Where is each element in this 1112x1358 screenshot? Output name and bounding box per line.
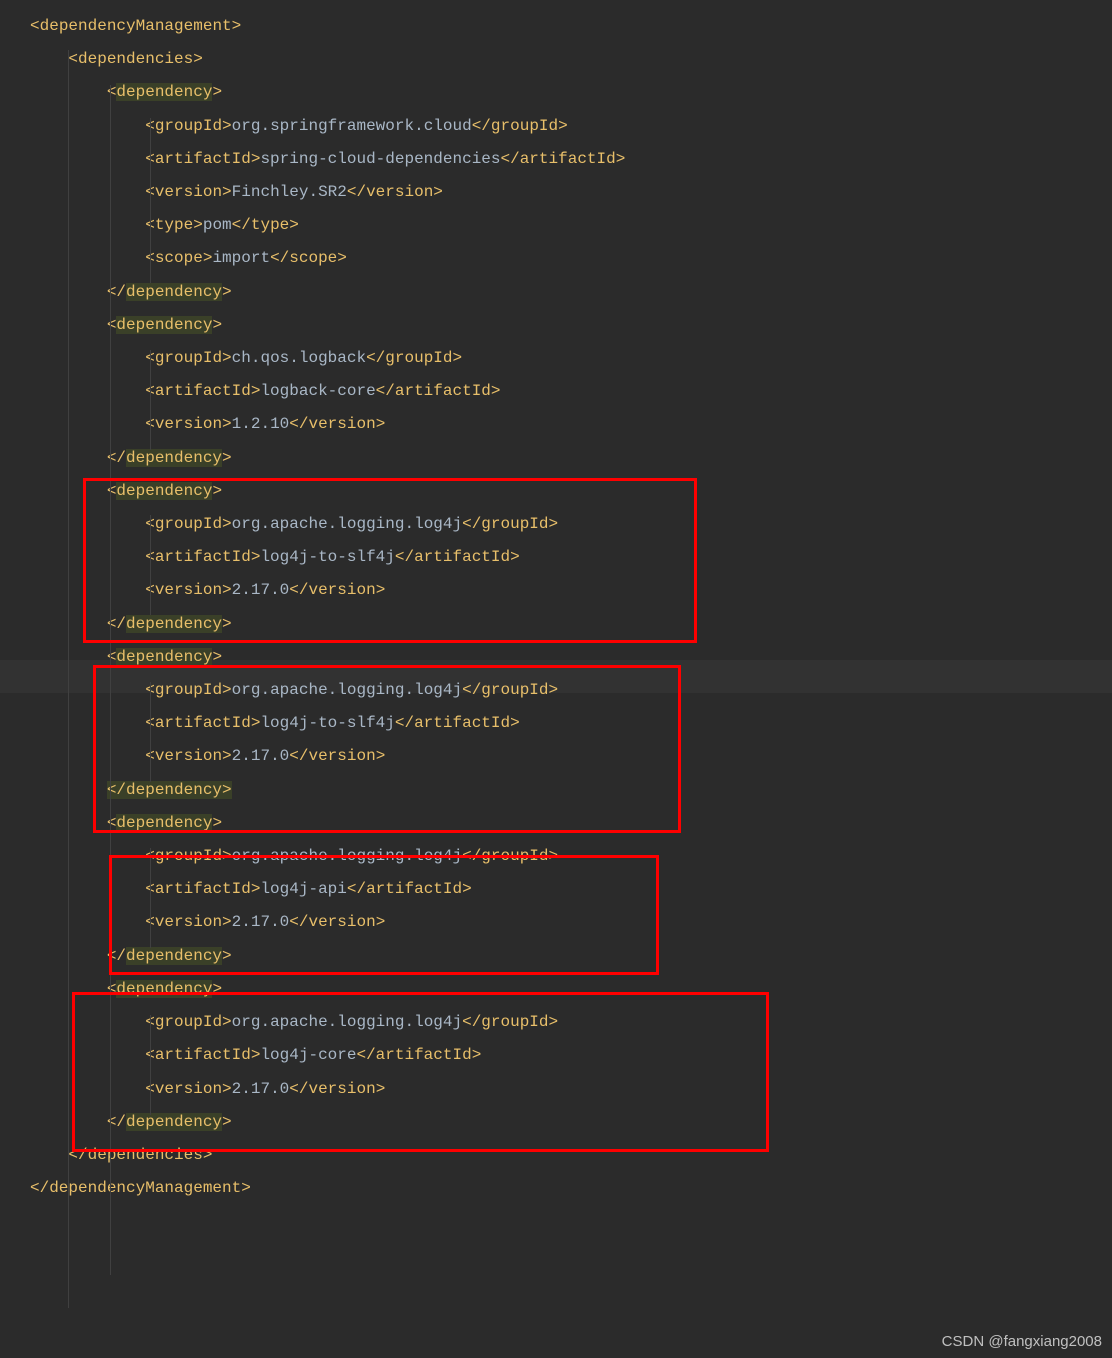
code-line: <artifactId>log4j-to-slf4j</artifactId> — [30, 707, 1082, 740]
code-line: </dependency> — [30, 276, 1082, 309]
code-editor: <dependencyManagement> <dependencies> <d… — [0, 0, 1112, 1215]
code-line: <dependencies> — [30, 43, 1082, 76]
code-line: <groupId>ch.qos.logback</groupId> — [30, 342, 1082, 375]
code-line: <version>2.17.0</version> — [30, 740, 1082, 773]
code-line: <dependency> — [30, 475, 1082, 508]
code-line: <dependency> — [30, 973, 1082, 1006]
code-line: <dependency> — [30, 76, 1082, 109]
code-line: <groupId>org.apache.logging.log4j</group… — [30, 1006, 1082, 1039]
code-line: </dependency> — [30, 774, 1082, 807]
code-line: <groupId>org.apache.logging.log4j</group… — [30, 840, 1082, 873]
code-line: <version>1.2.10</version> — [30, 408, 1082, 441]
code-line: <artifactId>log4j-core</artifactId> — [30, 1039, 1082, 1072]
code-line: <version>2.17.0</version> — [30, 1073, 1082, 1106]
code-line: <dependency> — [30, 309, 1082, 342]
code-line: <version>Finchley.SR2</version> — [30, 176, 1082, 209]
code-line: <artifactId>log4j-api</artifactId> — [30, 873, 1082, 906]
code-line: <artifactId>spring-cloud-dependencies</a… — [30, 143, 1082, 176]
watermark: CSDN @fangxiang2008 — [942, 1333, 1102, 1350]
code-line: <dependency> — [30, 641, 1082, 674]
code-line: </dependency> — [30, 442, 1082, 475]
code-line: </dependencyManagement> — [30, 1172, 1082, 1205]
code-line: <artifactId>logback-core</artifactId> — [30, 375, 1082, 408]
code-line: <groupId>org.springframework.cloud</grou… — [30, 110, 1082, 143]
code-line: <artifactId>log4j-to-slf4j</artifactId> — [30, 541, 1082, 574]
code-line: <version>2.17.0</version> — [30, 906, 1082, 939]
code-line: <type>pom</type> — [30, 209, 1082, 242]
code-line: </dependency> — [30, 940, 1082, 973]
code-line: <dependencyManagement> — [30, 10, 1082, 43]
code-line: <version>2.17.0</version> — [30, 574, 1082, 607]
code-line: </dependency> — [30, 608, 1082, 641]
code-line: <scope>import</scope> — [30, 242, 1082, 275]
code-line: <groupId>org.apache.logging.log4j</group… — [30, 508, 1082, 541]
code-line: </dependency> — [30, 1106, 1082, 1139]
code-line: </dependencies> — [30, 1139, 1082, 1172]
code-line: <dependency> — [30, 807, 1082, 840]
code-line: <groupId>org.apache.logging.log4j</group… — [30, 674, 1082, 707]
